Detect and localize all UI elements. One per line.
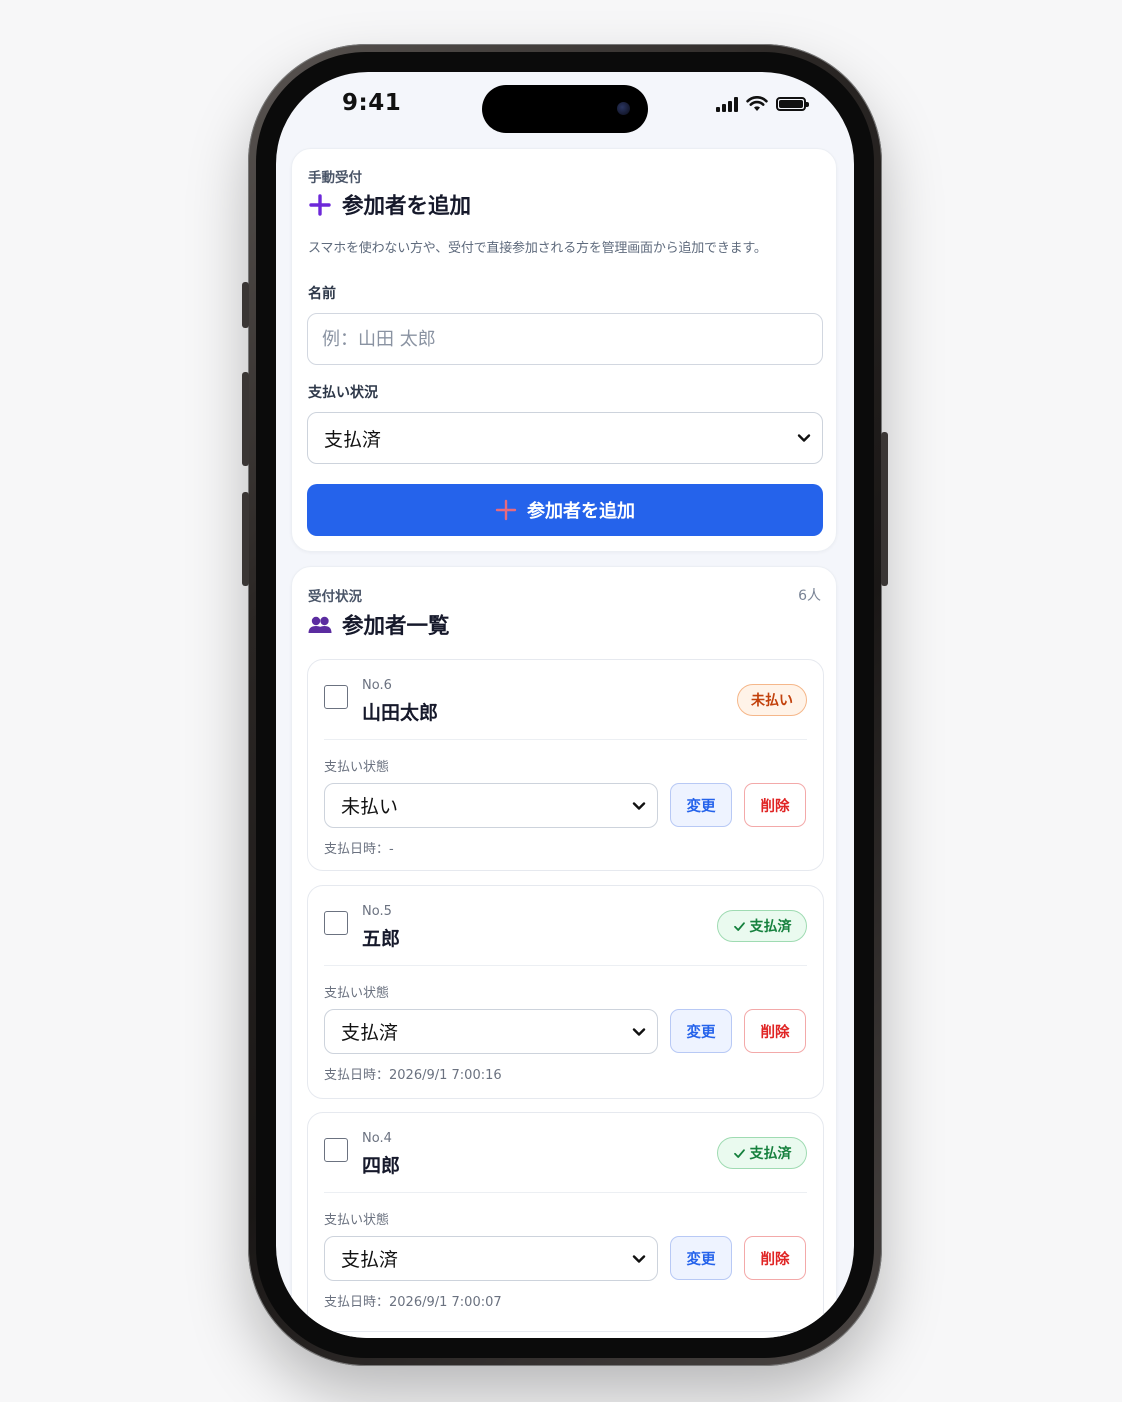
status-badge-label: 支払済 [749,919,792,935]
name-label: 名前 [308,286,336,302]
change-button[interactable]: 変更 [670,1236,732,1280]
select-checkbox[interactable] [324,911,348,935]
change-button[interactable]: 変更 [670,1009,732,1053]
cellular-signal-icon [716,96,738,112]
delete-button[interactable]: 削除 [744,783,806,827]
select-checkbox[interactable] [324,1138,348,1162]
wifi-icon [746,96,768,111]
action-button [242,282,249,328]
payment-state-label: 支払い状態 [324,986,390,1001]
status-badge-label: 支払済 [749,1146,792,1162]
add-participant-card: 手動受付 参加者を追加 スマホを使わない方や、受付で直接参加される方を管理画面か… [291,148,837,552]
change-button[interactable]: 変更 [670,783,732,827]
payment-state-value: 未払い [341,796,399,818]
divider [324,739,807,740]
card-title-text: 参加者を追加 [342,194,472,219]
plus-icon [495,499,517,521]
delete-button[interactable]: 削除 [744,1009,806,1053]
payment-state-value: 支払済 [341,1022,399,1044]
divider [324,1192,807,1193]
status-badge-label: 未払い [751,693,793,709]
add-participant-button[interactable]: 参加者を追加 [307,484,823,536]
card-eyebrow: 手動受付 [308,170,362,186]
participant-list-card: 受付状況 6人 参加者一覧 No.6 山田太郎 未払い 支払い状態 未払い 変更… [291,566,837,1338]
participant-count: 6人 [798,588,821,604]
participant-number: No.5 [362,904,392,919]
payment-state-label: 支払い状態 [324,760,390,775]
volume-down-button [242,492,249,586]
participant-name: 四郎 [362,1155,401,1177]
card-eyebrow: 受付状況 [308,589,362,605]
status-badge: 支払済 [717,910,807,942]
participant-number: No.4 [362,1131,392,1146]
status-badge: 支払済 [717,1137,807,1169]
payment-status-select[interactable]: 支払済 [307,412,823,464]
payment-status-value: 支払済 [324,428,382,451]
battery-icon [776,97,809,111]
power-button [881,432,888,586]
dynamic-island [482,85,648,133]
phone-screen: 9:41 手動受付 参加者を追加 スマホを使わない方や、受付で直接参加される方を… [276,72,854,1338]
name-input[interactable] [307,313,823,365]
add-participant-button-label: 参加者を追加 [527,501,635,522]
paid-datetime: 支払日時：2026/9/1 7:00:16 [324,1068,502,1083]
chevron-down-icon [797,434,811,442]
participant-name: 五郎 [362,928,401,950]
card-description: スマホを使わない方や、受付で直接参加される方を管理画面から追加できます。 [308,241,767,256]
card-title: 参加者を追加 [308,189,471,220]
participant-name: 山田太郎 [362,702,439,724]
divider [324,965,807,966]
delete-button[interactable]: 削除 [744,1236,806,1280]
plus-icon [309,193,331,216]
payment-state-select[interactable]: 支払済 [324,1009,658,1054]
paid-datetime: 支払日時：- [324,842,394,857]
status-badge: 未払い [737,684,807,716]
payment-state-label: 支払い状態 [324,1213,390,1228]
paid-datetime: 支払日時：2026/9/1 7:00:07 [324,1295,502,1310]
status-time: 9:41 [342,90,402,116]
select-checkbox[interactable] [324,685,348,709]
payment-state-select[interactable]: 支払済 [324,1236,658,1281]
check-icon [733,921,745,931]
status-icons [716,96,809,112]
participant-entry: No.4 四郎 支払済 支払い状態 支払済 変更 削除 支払日時：2026/9/… [307,1112,824,1332]
chevron-down-icon [632,801,646,810]
payment-status-label: 支払い状況 [308,385,378,401]
participant-number: No.6 [362,678,392,693]
chevron-down-icon [632,1027,646,1036]
check-icon [733,1148,745,1158]
participant-entry: No.5 五郎 支払済 支払い状態 支払済 変更 削除 支払日時：2026/9/… [307,885,824,1099]
users-icon [308,616,332,633]
card-title-text: 参加者一覧 [342,614,450,639]
participant-entry: No.6 山田太郎 未払い 支払い状態 未払い 変更 削除 支払日時：- [307,659,824,871]
chevron-down-icon [632,1254,646,1263]
card-title: 参加者一覧 [308,609,450,640]
payment-state-select[interactable]: 未払い [324,783,658,828]
volume-up-button [242,372,249,466]
payment-state-value: 支払済 [341,1249,399,1271]
camera-icon [617,102,630,115]
